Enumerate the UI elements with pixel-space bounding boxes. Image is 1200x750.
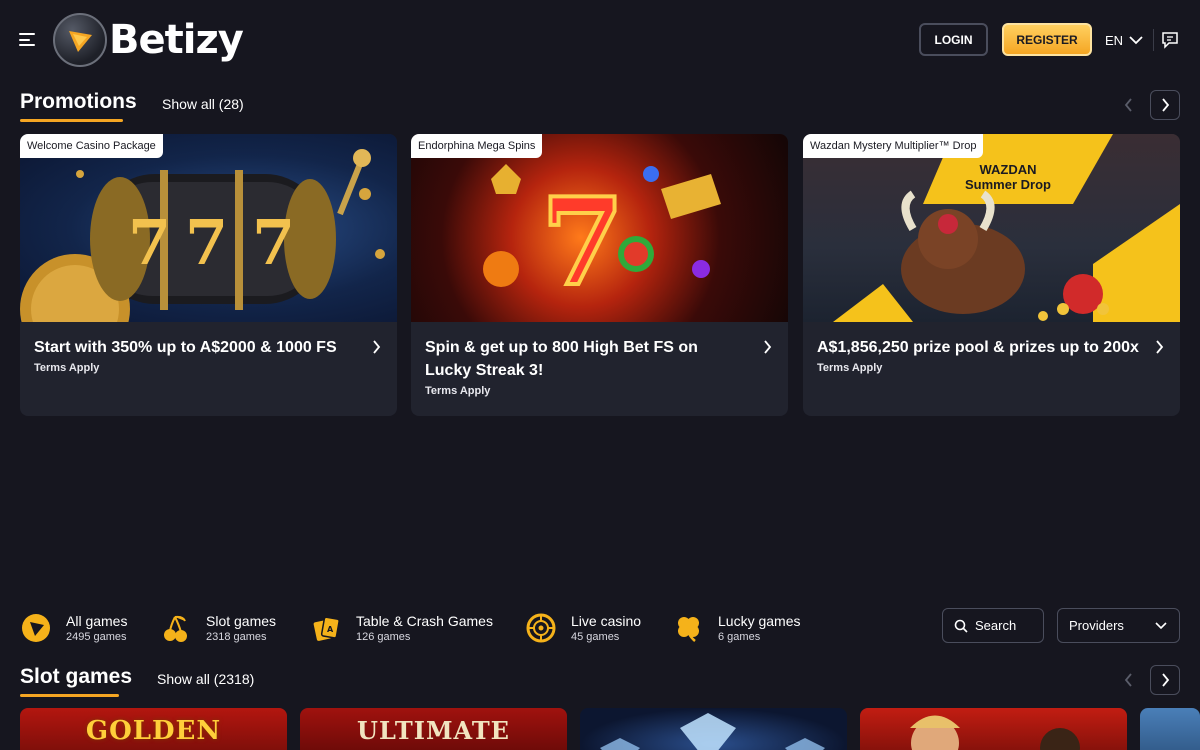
- promo-tag: Endorphina Mega Spins: [411, 134, 543, 158]
- category-lucky-games[interactable]: Lucky games 6 games: [672, 610, 800, 646]
- chevron-down-icon: [1155, 621, 1167, 629]
- search-icon: [954, 619, 968, 633]
- language-selector[interactable]: EN: [1105, 31, 1143, 49]
- svg-text:7: 7: [252, 206, 295, 279]
- promotions-show-all-link[interactable]: Show all (28): [162, 96, 244, 112]
- svg-text:7: 7: [541, 172, 625, 313]
- promo-card[interactable]: 7 7 7 Welcome Casino Package Start with …: [20, 134, 397, 416]
- category-name: All games: [66, 613, 128, 629]
- promo-card[interactable]: WAZDAN Summer Drop Wazdan Mystery Multip…: [803, 134, 1180, 416]
- game-tile[interactable]: ULTIMATE: [300, 708, 567, 750]
- chevron-right-icon: [1161, 673, 1169, 687]
- category-name: Lucky games: [718, 613, 801, 629]
- promotions-next-button[interactable]: [1150, 90, 1180, 120]
- category-all-games[interactable]: All games 2495 games: [20, 610, 127, 646]
- cards-icon: A: [310, 612, 342, 644]
- slot-games-title-text: Slot games: [20, 665, 133, 688]
- category-name: Table & Crash Games: [356, 613, 493, 629]
- chevron-down-icon: [1129, 35, 1143, 44]
- title-underline: [20, 119, 123, 122]
- wazdan-art-line: WAZDAN: [979, 162, 1037, 177]
- logo-text: Betizy: [109, 17, 244, 63]
- promo-title: A$1,856,250 prize pool & prizes up to 20…: [817, 339, 1139, 356]
- logo[interactable]: Betizy: [53, 13, 244, 67]
- category-count: 6 games: [718, 631, 761, 643]
- category-count: 45 games: [571, 631, 620, 643]
- providers-dropdown[interactable]: Providers: [1057, 608, 1180, 643]
- promotions-title: Promotions: [20, 90, 137, 122]
- game-title: ULTIMATE: [357, 716, 510, 745]
- providers-label: Providers: [1069, 618, 1124, 633]
- promo-image-lucky-seven: 7 Endorphina Mega Spins: [411, 134, 788, 322]
- slot-games-show-all-link[interactable]: Show all (2318): [157, 671, 254, 687]
- game-tile[interactable]: [580, 708, 847, 750]
- promo-terms[interactable]: Terms Apply: [34, 362, 357, 374]
- promo-tag: Wazdan Mystery Multiplier™ Drop: [803, 134, 984, 158]
- roulette-icon: [525, 612, 557, 644]
- svg-text:7: 7: [185, 206, 228, 279]
- promo-tag: Welcome Casino Package: [20, 134, 163, 158]
- register-button[interactable]: REGISTER: [1002, 23, 1092, 56]
- promo-title: Spin & get up to 800 High Bet FS on Luck…: [425, 339, 698, 379]
- clover-icon: [672, 612, 704, 644]
- promo-terms[interactable]: Terms Apply: [817, 362, 1140, 374]
- promo-title: Start with 350% up to A$2000 & 1000 FS: [34, 339, 337, 356]
- category-live-casino[interactable]: Live casino 45 games: [525, 610, 641, 646]
- login-button[interactable]: LOGIN: [919, 23, 988, 56]
- slot-games-prev-button[interactable]: [1113, 665, 1143, 695]
- promotions-title-text: Promotions: [20, 90, 137, 113]
- wazdan-art-text: WAZDAN Summer Drop: [943, 162, 1073, 192]
- logo-ball-icon: [53, 13, 107, 67]
- game-art: [910, 715, 1080, 750]
- game-tile[interactable]: [1140, 708, 1200, 750]
- svg-text:7: 7: [128, 206, 171, 279]
- chat-icon[interactable]: [1161, 31, 1179, 49]
- chevron-right-icon: [1156, 340, 1164, 354]
- header-divider: [1153, 29, 1154, 51]
- category-name: Slot games: [206, 613, 277, 629]
- chevron-left-icon: [1124, 673, 1132, 687]
- game-tile[interactable]: GOLDEN: [20, 708, 287, 750]
- promotions-prev-button[interactable]: [1113, 90, 1143, 120]
- category-name: Live casino: [571, 613, 642, 629]
- cherries-icon: [160, 612, 192, 644]
- category-slot-games[interactable]: Slot games 2318 games: [160, 610, 276, 646]
- chevron-right-icon: [764, 340, 772, 354]
- promo-card[interactable]: 7 Endorphina Mega Spins Spin & get up to…: [411, 134, 788, 416]
- language-label: EN: [1105, 32, 1124, 48]
- title-underline: [20, 694, 119, 697]
- promo-image-slot-reels: 7 7 7 Welcome Casino Package: [20, 134, 397, 322]
- category-count: 126 games: [356, 631, 411, 643]
- wazdan-art-line: Summer Drop: [965, 177, 1051, 192]
- search-input[interactable]: Search: [942, 608, 1044, 643]
- chevron-right-icon: [1161, 98, 1169, 112]
- category-count: 2318 games: [206, 631, 267, 643]
- diamond-icon: [600, 713, 825, 750]
- promo-terms[interactable]: Terms Apply: [425, 385, 748, 397]
- slot-games-title: Slot games: [20, 665, 133, 697]
- play-icon: [20, 612, 52, 644]
- category-table-crash-games[interactable]: A Table & Crash Games 126 games: [310, 610, 493, 646]
- promo-image-wazdan-bull: WAZDAN Summer Drop Wazdan Mystery Multip…: [803, 134, 1180, 322]
- category-count: 2495 games: [66, 631, 127, 643]
- search-label: Search: [975, 618, 1017, 633]
- game-tile[interactable]: [860, 708, 1127, 750]
- chevron-left-icon: [1124, 98, 1132, 112]
- slot-games-next-button[interactable]: [1150, 665, 1180, 695]
- svg-text:A: A: [327, 625, 334, 634]
- menu-icon[interactable]: [19, 33, 35, 46]
- game-title: GOLDEN: [85, 716, 222, 746]
- chevron-right-icon: [373, 340, 381, 354]
- header: Betizy LOGIN REGISTER EN: [0, 0, 1200, 80]
